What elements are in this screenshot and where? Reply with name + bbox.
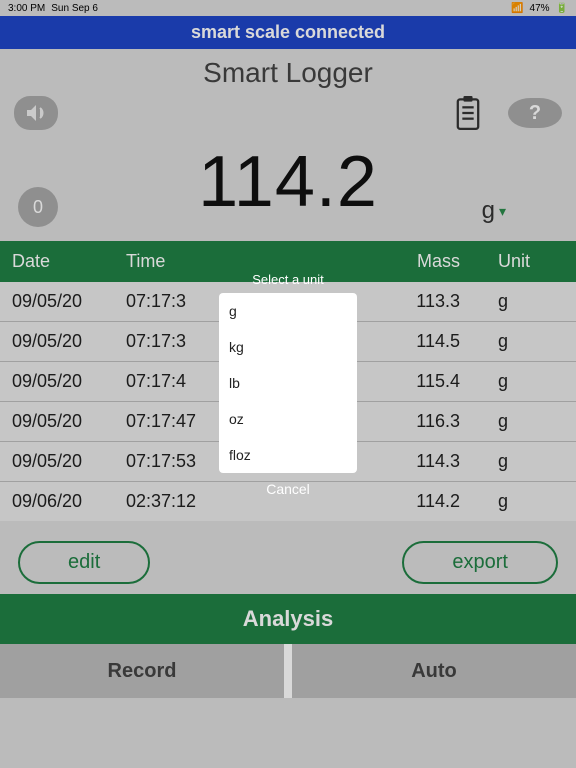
cell-date: 09/05/20 — [8, 291, 126, 312]
unit-option[interactable]: lb — [219, 365, 357, 401]
cell-unit: g — [498, 331, 568, 352]
page-title: Smart Logger — [0, 49, 576, 95]
unit-option[interactable]: g — [219, 293, 357, 329]
cell-date: 09/05/20 — [8, 451, 126, 472]
unit-modal: Select a unit gkglbozfloz Cancel — [219, 270, 357, 497]
cell-date: 09/05/20 — [8, 411, 126, 432]
chevron-down-icon: ▾ — [499, 203, 506, 220]
wifi-icon: 📶 — [511, 3, 523, 14]
analysis-bar[interactable]: Analysis — [0, 594, 576, 644]
battery-icon: 🔋 — [556, 3, 568, 14]
speaker-icon — [14, 96, 58, 130]
clipboard-icon — [453, 96, 483, 130]
cell-date: 09/05/20 — [8, 331, 126, 352]
modal-cancel[interactable]: Cancel — [219, 473, 357, 497]
unit-selector[interactable]: g ▾ — [482, 197, 506, 225]
connection-banner: smart scale connected — [0, 16, 576, 49]
unit-option[interactable]: oz — [219, 401, 357, 437]
status-bar: 3:00 PM Sun Sep 6 📶 47% 🔋 — [0, 0, 576, 16]
battery-pct: 47% — [530, 3, 550, 14]
clipboard-button[interactable] — [446, 95, 490, 131]
bottom-tabs: Record Auto — [0, 644, 576, 698]
help-button[interactable]: ? — [508, 98, 562, 128]
unit-label: g — [482, 197, 495, 225]
edit-button[interactable]: edit — [18, 541, 150, 584]
col-date: Date — [8, 251, 126, 272]
cell-date: 09/05/20 — [8, 371, 126, 392]
col-mass: Mass — [328, 251, 498, 272]
unit-option[interactable]: kg — [219, 329, 357, 365]
toolbar: ? — [0, 95, 576, 135]
col-time: Time — [126, 251, 276, 272]
col-unit: Unit — [498, 251, 568, 272]
sound-button[interactable] — [14, 95, 58, 131]
cell-unit: g — [498, 491, 568, 512]
question-icon: ? — [529, 102, 541, 125]
counter-badge[interactable]: 0 — [18, 187, 58, 227]
unit-option[interactable]: floz — [219, 437, 357, 473]
tab-auto[interactable]: Auto — [292, 644, 576, 698]
cell-unit: g — [498, 291, 568, 312]
cell-unit: g — [498, 371, 568, 392]
tab-record[interactable]: Record — [0, 644, 284, 698]
modal-options: gkglbozfloz — [219, 293, 357, 473]
cell-date: 09/06/20 — [8, 491, 126, 512]
tab-divider — [284, 644, 292, 698]
cell-unit: g — [498, 451, 568, 472]
status-date: Sun Sep 6 — [51, 3, 98, 14]
status-time: 3:00 PM — [8, 3, 45, 14]
cell-unit: g — [498, 411, 568, 432]
export-button[interactable]: export — [402, 541, 558, 584]
modal-title: Select a unit — [219, 270, 357, 293]
action-row: edit export — [0, 521, 576, 594]
reading-area: 0 114.2 g ▾ — [0, 135, 576, 241]
reading-value: 114.2 — [198, 141, 378, 223]
